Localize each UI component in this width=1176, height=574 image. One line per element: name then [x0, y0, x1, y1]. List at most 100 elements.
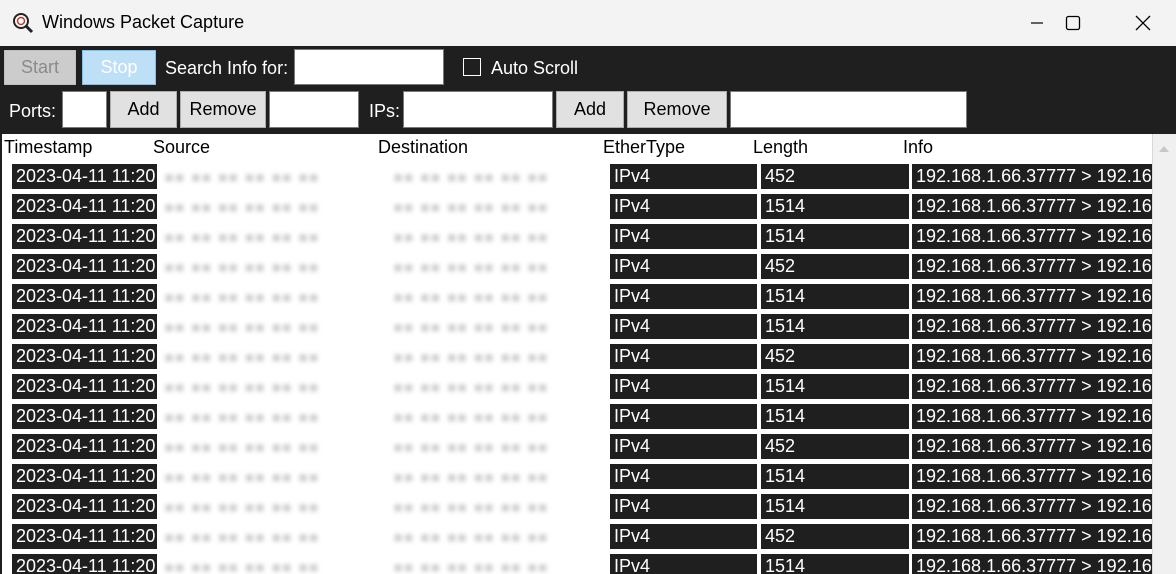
- cell-ethertype: IPv4: [610, 554, 757, 574]
- redacted-text: ■■ ■■ ■■ ■■ ■■ ■■: [394, 439, 549, 455]
- table-row[interactable]: 2023-04-11 11:20 ■■ ■■ ■■ ■■ ■■ ■■ ■■ ■■ ■…: [2, 372, 1152, 402]
- cell-source-redacted: ■■ ■■ ■■ ■■ ■■ ■■: [159, 552, 379, 574]
- cell-destination-redacted: ■■ ■■ ■■ ■■ ■■ ■■: [388, 342, 553, 372]
- autoscroll-checkbox[interactable]: [463, 58, 481, 76]
- autoscroll-label: Auto Scroll: [491, 58, 579, 78]
- column-header-ethertype[interactable]: EtherType: [603, 137, 685, 158]
- cell-length: 1514: [761, 374, 909, 399]
- cell-info: 192.168.1.66.37777 > 192.168: [912, 404, 1152, 429]
- redacted-text: ■■ ■■ ■■ ■■ ■■ ■■: [394, 529, 549, 545]
- cell-info: 192.168.1.66.37777 > 192.168: [912, 554, 1152, 574]
- table-row[interactable]: 2023-04-11 11:20 ■■ ■■ ■■ ■■ ■■ ■■ ■■ ■■ ■…: [2, 282, 1152, 312]
- ips-remove-button[interactable]: Remove: [627, 91, 727, 128]
- cell-destination-redacted: ■■ ■■ ■■ ■■ ■■ ■■: [388, 402, 553, 432]
- table-row[interactable]: 2023-04-11 11:20 ■■ ■■ ■■ ■■ ■■ ■■ ■■ ■■ ■…: [2, 522, 1152, 552]
- cell-ethertype: IPv4: [610, 494, 757, 519]
- cell-destination-redacted: ■■ ■■ ■■ ■■ ■■ ■■: [388, 192, 553, 222]
- cell-info: 192.168.1.66.37777 > 192.168: [912, 524, 1152, 549]
- redacted-text: ■■ ■■ ■■ ■■ ■■ ■■: [394, 169, 549, 185]
- column-header-timestamp[interactable]: Timestamp: [4, 137, 92, 158]
- maximize-icon: [1065, 15, 1081, 31]
- cell-source-redacted: ■■ ■■ ■■ ■■ ■■ ■■: [159, 192, 379, 222]
- cell-length: 1514: [761, 194, 909, 219]
- redacted-text: ■■ ■■ ■■ ■■ ■■ ■■: [165, 349, 320, 365]
- table-row[interactable]: 2023-04-11 11:20 ■■ ■■ ■■ ■■ ■■ ■■ ■■ ■■ ■…: [2, 222, 1152, 252]
- start-button[interactable]: Start: [4, 50, 76, 85]
- ports-list[interactable]: [269, 91, 359, 128]
- cell-source-redacted: ■■ ■■ ■■ ■■ ■■ ■■: [159, 342, 379, 372]
- ips-input[interactable]: [403, 91, 553, 128]
- table-row[interactable]: 2023-04-11 11:20 ■■ ■■ ■■ ■■ ■■ ■■ ■■ ■■ ■…: [2, 552, 1152, 574]
- close-button[interactable]: [1120, 0, 1166, 46]
- ports-add-button[interactable]: Add: [110, 91, 177, 128]
- scroll-up-icon[interactable]: [1153, 138, 1175, 160]
- table-row[interactable]: 2023-04-11 11:20 ■■ ■■ ■■ ■■ ■■ ■■ ■■ ■■ ■…: [2, 162, 1152, 192]
- column-header-destination[interactable]: Destination: [378, 137, 468, 158]
- cell-ethertype: IPv4: [610, 194, 757, 219]
- cell-length: 1514: [761, 464, 909, 489]
- redacted-text: ■■ ■■ ■■ ■■ ■■ ■■: [394, 259, 549, 275]
- cell-ethertype: IPv4: [610, 374, 757, 399]
- cell-destination-redacted: ■■ ■■ ■■ ■■ ■■ ■■: [388, 282, 553, 312]
- table-row[interactable]: 2023-04-11 11:20 ■■ ■■ ■■ ■■ ■■ ■■ ■■ ■■ ■…: [2, 432, 1152, 462]
- packet-grid[interactable]: Timestamp Source Destination EtherType L…: [2, 134, 1152, 574]
- cell-source-redacted: ■■ ■■ ■■ ■■ ■■ ■■: [159, 282, 379, 312]
- stop-button[interactable]: Stop: [82, 50, 156, 85]
- cell-length: 452: [761, 164, 909, 189]
- cell-timestamp: 2023-04-11 11:20: [12, 374, 157, 399]
- redacted-text: ■■ ■■ ■■ ■■ ■■ ■■: [394, 499, 549, 515]
- ports-remove-button[interactable]: Remove: [180, 91, 266, 128]
- redacted-text: ■■ ■■ ■■ ■■ ■■ ■■: [394, 379, 549, 395]
- redacted-text: ■■ ■■ ■■ ■■ ■■ ■■: [165, 499, 320, 515]
- search-label: Search Info for:: [165, 58, 289, 78]
- cell-timestamp: 2023-04-11 11:20: [12, 224, 157, 249]
- table-row[interactable]: 2023-04-11 11:20 ■■ ■■ ■■ ■■ ■■ ■■ ■■ ■■ ■…: [2, 312, 1152, 342]
- ips-add-button[interactable]: Add: [556, 91, 624, 128]
- vertical-scrollbar[interactable]: [1152, 134, 1176, 574]
- column-header-info[interactable]: Info: [903, 137, 933, 158]
- redacted-text: ■■ ■■ ■■ ■■ ■■ ■■: [165, 289, 320, 305]
- cell-timestamp: 2023-04-11 11:20: [12, 434, 157, 459]
- redacted-text: ■■ ■■ ■■ ■■ ■■ ■■: [165, 199, 320, 215]
- redacted-text: ■■ ■■ ■■ ■■ ■■ ■■: [165, 379, 320, 395]
- table-row[interactable]: 2023-04-11 11:20 ■■ ■■ ■■ ■■ ■■ ■■ ■■ ■■ ■…: [2, 252, 1152, 282]
- redacted-text: ■■ ■■ ■■ ■■ ■■ ■■: [394, 229, 549, 245]
- cell-destination-redacted: ■■ ■■ ■■ ■■ ■■ ■■: [388, 252, 553, 282]
- cell-source-redacted: ■■ ■■ ■■ ■■ ■■ ■■: [159, 492, 379, 522]
- redacted-text: ■■ ■■ ■■ ■■ ■■ ■■: [394, 469, 549, 485]
- cell-source-redacted: ■■ ■■ ■■ ■■ ■■ ■■: [159, 462, 379, 492]
- ports-input[interactable]: [62, 91, 107, 128]
- cell-length: 452: [761, 254, 909, 279]
- ips-list[interactable]: [730, 91, 967, 128]
- cell-length: 1514: [761, 554, 909, 574]
- cell-length: 452: [761, 344, 909, 369]
- cell-timestamp: 2023-04-11 11:20: [12, 314, 157, 339]
- redacted-text: ■■ ■■ ■■ ■■ ■■ ■■: [165, 439, 320, 455]
- cell-ethertype: IPv4: [610, 164, 757, 189]
- cell-destination-redacted: ■■ ■■ ■■ ■■ ■■ ■■: [388, 312, 553, 342]
- cell-info: 192.168.1.66.37777 > 192.168: [912, 164, 1152, 189]
- cell-info: 192.168.1.66.37777 > 192.168: [912, 284, 1152, 309]
- cell-length: 1514: [761, 224, 909, 249]
- cell-length: 452: [761, 524, 909, 549]
- cell-info: 192.168.1.66.37777 > 192.168: [912, 434, 1152, 459]
- table-row[interactable]: 2023-04-11 11:20 ■■ ■■ ■■ ■■ ■■ ■■ ■■ ■■ ■…: [2, 462, 1152, 492]
- cell-source-redacted: ■■ ■■ ■■ ■■ ■■ ■■: [159, 522, 379, 552]
- cell-length: 1514: [761, 404, 909, 429]
- search-input[interactable]: [294, 49, 444, 85]
- magnifier-packet-icon: [13, 13, 34, 34]
- table-row[interactable]: 2023-04-11 11:20 ■■ ■■ ■■ ■■ ■■ ■■ ■■ ■■ ■…: [2, 192, 1152, 222]
- cell-source-redacted: ■■ ■■ ■■ ■■ ■■ ■■: [159, 222, 379, 252]
- table-row[interactable]: 2023-04-11 11:20 ■■ ■■ ■■ ■■ ■■ ■■ ■■ ■■ ■…: [2, 492, 1152, 522]
- column-header-source[interactable]: Source: [153, 137, 210, 158]
- table-row[interactable]: 2023-04-11 11:20 ■■ ■■ ■■ ■■ ■■ ■■ ■■ ■■ ■…: [2, 402, 1152, 432]
- redacted-text: ■■ ■■ ■■ ■■ ■■ ■■: [165, 409, 320, 425]
- maximize-button[interactable]: [1050, 0, 1096, 46]
- redacted-text: ■■ ■■ ■■ ■■ ■■ ■■: [394, 409, 549, 425]
- window-title: Windows Packet Capture: [42, 12, 245, 32]
- column-header-length[interactable]: Length: [753, 137, 808, 158]
- table-row[interactable]: 2023-04-11 11:20 ■■ ■■ ■■ ■■ ■■ ■■ ■■ ■■ ■…: [2, 342, 1152, 372]
- redacted-text: ■■ ■■ ■■ ■■ ■■ ■■: [165, 319, 320, 335]
- cell-length: 1514: [761, 494, 909, 519]
- ports-label: Ports:: [9, 101, 57, 121]
